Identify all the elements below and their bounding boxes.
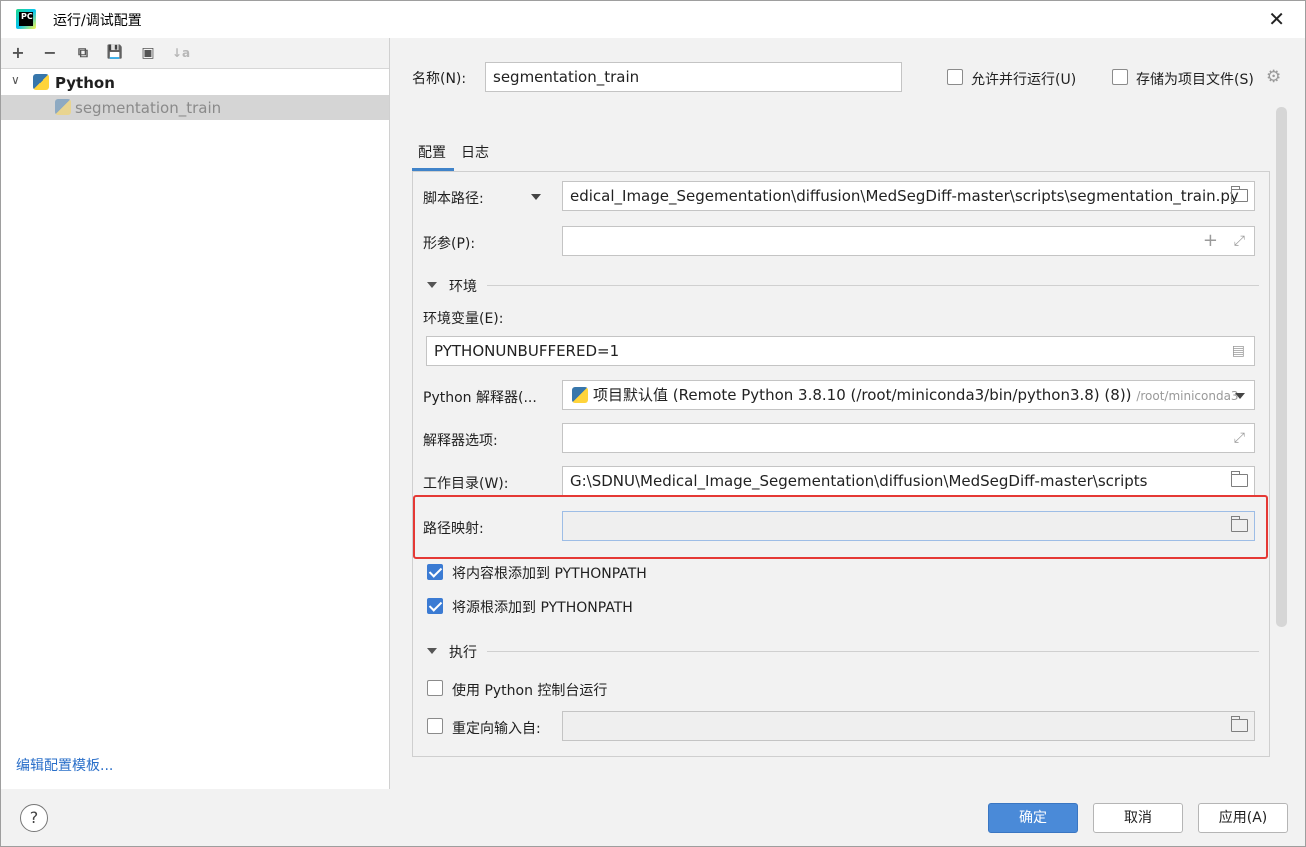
interpreter-options-input[interactable]: ⤢	[562, 423, 1255, 453]
vertical-scrollbar[interactable]	[1276, 107, 1287, 627]
browse-folder-icon[interactable]	[1231, 516, 1248, 532]
help-button[interactable]: ?	[20, 804, 48, 832]
tree-group-label: Python	[55, 74, 115, 92]
env-vars-value: PYTHONUNBUFFERED=1	[434, 342, 620, 360]
env-vars-label: 环境变量(E):	[423, 311, 504, 327]
copy-icon[interactable]: ⧉	[73, 43, 93, 63]
interpreter-select[interactable]: 项目默认值 (Remote Python 3.8.10 (/root/minic…	[562, 380, 1255, 410]
expand-icon[interactable]: ⤢	[1234, 424, 1245, 452]
config-tree-panel: + − ⧉ 💾 ▣ ↓a ∨ Python segmentation_train…	[1, 38, 390, 789]
exec-section-title: 执行	[449, 645, 477, 661]
add-icon[interactable]: +	[1203, 227, 1218, 255]
exec-section-divider	[487, 651, 1259, 652]
ok-button[interactable]: 确定	[988, 803, 1078, 833]
name-label: 名称(N):	[412, 71, 467, 87]
run-debug-config-dialog: PC 运行/调试配置 ✕ + − ⧉ 💾 ▣ ↓a ∨ Python segme…	[0, 0, 1306, 847]
add-source-roots-checkbox[interactable]	[427, 598, 443, 614]
workdir-input[interactable]: G:\SDNU\Medical_Image_Segementation\diff…	[562, 466, 1255, 496]
cancel-button[interactable]: 取消	[1093, 803, 1183, 833]
close-icon[interactable]: ✕	[1268, 7, 1285, 31]
params-input[interactable]: + ⤢	[562, 226, 1255, 256]
redirect-input-label: 重定向输入自:	[452, 721, 541, 737]
pycharm-app-icon: PC	[16, 9, 36, 29]
collapse-env-icon[interactable]	[427, 282, 437, 288]
name-input[interactable]: segmentation_train	[485, 62, 902, 92]
path-mapping-label: 路径映射:	[423, 521, 484, 537]
collapse-exec-icon[interactable]	[427, 648, 437, 654]
script-path-input[interactable]: edical_Image_Segementation\diffusion\Med…	[562, 181, 1255, 211]
store-as-project-checkbox[interactable]	[1112, 69, 1128, 85]
allow-parallel-checkbox[interactable]	[947, 69, 963, 85]
interpreter-options-label: 解释器选项:	[423, 433, 498, 449]
workdir-value: G:\SDNU\Medical_Image_Segementation\diff…	[570, 472, 1148, 490]
chevron-down-icon[interactable]: ∨	[11, 73, 20, 87]
add-source-roots-label: 将源根添加到 PYTHONPATH	[452, 600, 633, 616]
title-bar: PC 运行/调试配置 ✕	[1, 1, 1305, 38]
interpreter-hint: /root/miniconda3	[1136, 389, 1239, 403]
env-section-divider	[487, 285, 1259, 286]
browse-folder-icon[interactable]	[1231, 471, 1248, 487]
add-icon[interactable]: +	[8, 43, 28, 63]
tab-logs[interactable]: 日志	[461, 142, 489, 162]
remove-icon[interactable]: −	[40, 43, 60, 63]
tree-item-label: segmentation_train	[75, 99, 222, 117]
params-label: 形参(P):	[423, 236, 476, 252]
gear-icon[interactable]: ⚙	[1266, 68, 1284, 86]
script-path-label: 脚本路径:	[423, 191, 484, 207]
script-path-value: edical_Image_Segementation\diffusion\Med…	[570, 187, 1239, 205]
window-title: 运行/调试配置	[53, 13, 142, 29]
script-type-dropdown-icon[interactable]	[531, 194, 541, 200]
chevron-down-icon[interactable]	[1235, 393, 1245, 399]
path-mapping-input[interactable]	[562, 511, 1255, 541]
folder-icon[interactable]: ▣	[138, 43, 158, 63]
expand-icon[interactable]: ⤢	[1234, 227, 1245, 255]
edit-templates-link[interactable]: 编辑配置模板...	[16, 755, 113, 775]
use-console-label: 使用 Python 控制台运行	[452, 683, 608, 699]
add-content-roots-label: 将内容根添加到 PYTHONPATH	[452, 566, 647, 582]
browse-folder-icon[interactable]	[1231, 186, 1248, 202]
python-icon	[33, 74, 49, 90]
allow-parallel-label: 允许并行运行(U)	[971, 72, 1077, 88]
workdir-label: 工作目录(W):	[423, 476, 509, 492]
document-icon[interactable]: ▤	[1232, 337, 1245, 365]
redirect-input-checkbox[interactable]	[427, 718, 443, 734]
tree-toolbar: + − ⧉ 💾 ▣ ↓a	[1, 38, 389, 69]
env-section-title: 环境	[449, 279, 477, 295]
interpreter-label: Python 解释器(...	[423, 390, 537, 406]
config-content-box	[412, 171, 1270, 757]
add-content-roots-checkbox[interactable]	[427, 564, 443, 580]
redirect-input-field[interactable]	[562, 711, 1255, 741]
tree-item-segmentation-train[interactable]: segmentation_train	[1, 95, 389, 120]
tab-config[interactable]: 配置	[418, 142, 446, 162]
python-icon	[572, 387, 588, 403]
interpreter-value: 项目默认值 (Remote Python 3.8.10 (/root/minic…	[593, 386, 1132, 404]
browse-folder-icon[interactable]	[1231, 716, 1248, 732]
env-vars-input[interactable]: PYTHONUNBUFFERED=1 ▤	[426, 336, 1255, 366]
python-icon	[55, 99, 71, 115]
tree-group-python[interactable]: ∨ Python	[1, 70, 389, 95]
use-console-checkbox[interactable]	[427, 680, 443, 696]
apply-button[interactable]: 应用(A)	[1198, 803, 1288, 833]
sort-icon[interactable]: ↓a	[171, 43, 191, 63]
store-as-project-label: 存储为项目文件(S)	[1136, 72, 1254, 88]
save-icon[interactable]: 💾	[105, 43, 125, 63]
